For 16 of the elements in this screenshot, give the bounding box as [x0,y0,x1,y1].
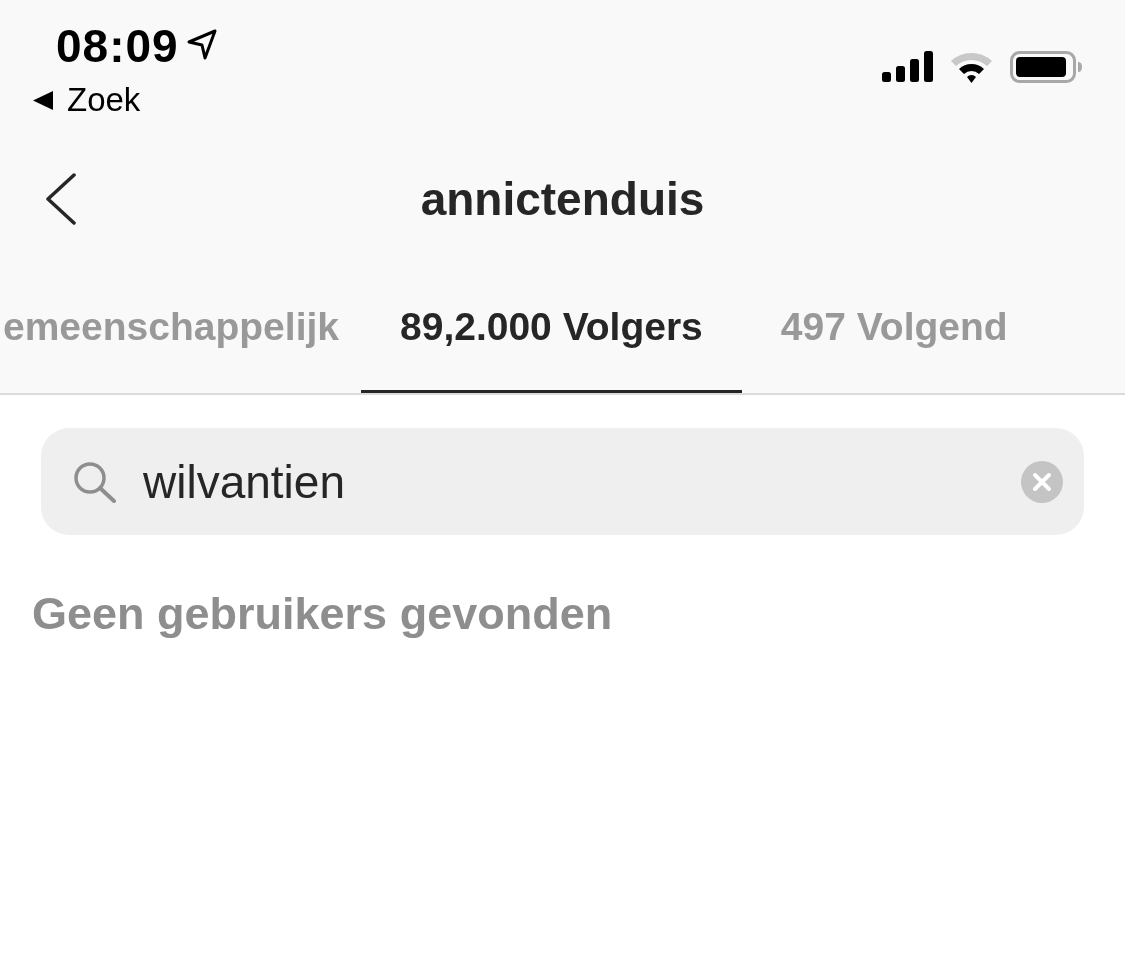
search-input[interactable]: wilvantien [143,454,1001,509]
status-time: 08:09 [56,19,179,73]
search-icon [73,460,117,503]
back-triangle-icon [33,90,53,110]
no-results-message: Geen gebruikers gevonden [32,588,613,640]
clear-x-icon [1021,460,1063,503]
battery-icon [1010,50,1082,83]
search-field[interactable]: wilvantien [41,428,1084,535]
back-to-app-link[interactable]: Zoek [33,80,141,120]
wifi-icon [949,50,994,83]
signal-bars-icon [882,51,933,82]
profile-username-title: annictenduis [420,171,705,226]
back-button[interactable] [43,171,77,226]
back-chevron-icon [44,172,76,225]
location-arrow-icon [186,28,217,60]
tab[interactable]: 89,2.000 Volgers [361,266,742,393]
